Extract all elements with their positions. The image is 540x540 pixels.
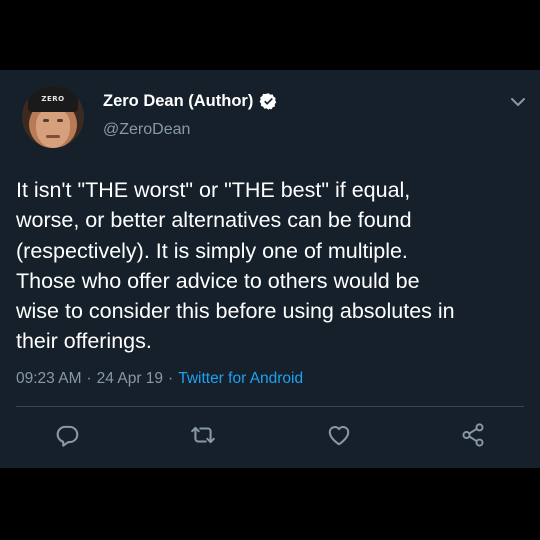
avatar-cap-text: ZERO — [41, 95, 65, 103]
avatar-eye — [43, 119, 49, 122]
avatar-face — [36, 108, 70, 148]
share-icon — [462, 423, 484, 447]
heart-icon — [328, 426, 350, 446]
author-display-name[interactable]: Zero Dean (Author) — [103, 92, 253, 111]
avatar-mouth — [46, 135, 60, 138]
tweet-date[interactable]: 24 Apr 19 — [97, 370, 163, 388]
tweet-card: ZERO Zero Dean (Author) @ZeroDean It isn… — [0, 70, 540, 468]
retweet-icon — [191, 426, 215, 444]
avatar-eye — [57, 119, 63, 122]
tweet-source-link[interactable]: Twitter for Android — [178, 370, 303, 388]
action-bar — [0, 420, 540, 450]
avatar-cap: ZERO — [28, 86, 78, 112]
tweet-text: It isn't "THE worst" or "THE best" if eq… — [16, 178, 455, 354]
retweet-button[interactable] — [188, 420, 218, 450]
like-button[interactable] — [324, 420, 354, 450]
meta-separator: · — [168, 370, 174, 387]
tweet-meta: 09:23 AM · 24 Apr 19 · Twitter for Andro… — [16, 370, 303, 388]
reply-icon — [56, 425, 79, 447]
reply-button[interactable] — [52, 420, 82, 450]
author-name-row: Zero Dean (Author) — [103, 92, 278, 111]
share-button[interactable] — [458, 420, 488, 450]
meta-separator: · — [86, 370, 92, 387]
chevron-down-icon[interactable] — [510, 94, 526, 110]
divider — [16, 406, 524, 407]
verified-badge-icon — [259, 92, 278, 111]
avatar[interactable]: ZERO — [22, 86, 84, 148]
author-handle[interactable]: @ZeroDean — [103, 121, 190, 139]
tweet-time[interactable]: 09:23 AM — [16, 370, 82, 388]
